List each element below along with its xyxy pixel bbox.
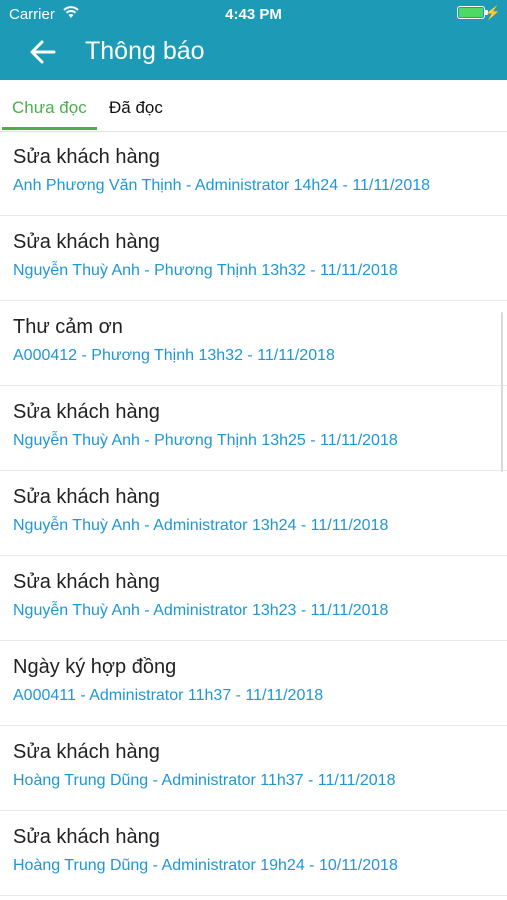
- notification-subtitle: A000412 - Phương Thịnh 13h32 - 11/11/201…: [13, 347, 335, 364]
- active-tab-indicator: [2, 127, 97, 130]
- notification-list: Sửa khách hàng Anh Phương Văn Thịnh - Ad…: [0, 131, 507, 896]
- notification-title: Ngày ký hợp đồng: [13, 656, 177, 678]
- notification-title: Sửa khách hàng: [13, 826, 160, 848]
- notification-title: Sửa khách hàng: [13, 401, 160, 423]
- notification-item[interactable]: Sửa khách hàng Nguyễn Thuỳ Anh - Phương …: [0, 216, 507, 301]
- notification-item[interactable]: Sửa khách hàng Nguyễn Thuỳ Anh - Adminis…: [0, 471, 507, 556]
- status-bar: Carrier 4:43 PM ⚡: [0, 0, 507, 28]
- scrollbar[interactable]: [501, 312, 503, 472]
- notification-item[interactable]: Thư cảm ơn A000412 - Phương Thịnh 13h32 …: [0, 301, 507, 386]
- notification-item[interactable]: Sửa khách hàng Anh Phương Văn Thịnh - Ad…: [0, 131, 507, 216]
- notification-title: Sửa khách hàng: [13, 146, 160, 168]
- notification-subtitle: Nguyễn Thuỳ Anh - Administrator 13h23 - …: [13, 602, 389, 619]
- charging-icon: ⚡: [484, 5, 501, 20]
- notification-subtitle: Hoàng Trung Dũng - Administrator 11h37 -…: [13, 772, 396, 789]
- notification-subtitle: Nguyễn Thuỳ Anh - Administrator 13h24 - …: [13, 517, 389, 534]
- notification-title: Thư cảm ơn: [13, 316, 123, 338]
- notification-item[interactable]: Sửa khách hàng Hoàng Trung Dũng - Admini…: [0, 811, 507, 896]
- app-header: Carrier 4:43 PM ⚡ Thông báo: [0, 0, 507, 80]
- tab-bar: Chưa đọc Đã đọc: [0, 80, 507, 132]
- notification-subtitle: A000411 - Administrator 11h37 - 11/11/20…: [13, 687, 324, 704]
- tab-unread[interactable]: Chưa đọc: [12, 98, 87, 118]
- notification-title: Sửa khách hàng: [13, 741, 160, 763]
- notification-subtitle: Hoàng Trung Dũng - Administrator 19h24 -…: [13, 857, 398, 874]
- battery-icon: [457, 6, 485, 19]
- notification-item[interactable]: Sửa khách hàng Nguyễn Thuỳ Anh - Adminis…: [0, 556, 507, 641]
- page-title: Thông báo: [85, 37, 205, 65]
- notification-subtitle: Anh Phương Văn Thịnh - Administrator 14h…: [13, 177, 431, 194]
- notification-title: Sửa khách hàng: [13, 571, 160, 593]
- notification-title: Sửa khách hàng: [13, 231, 160, 253]
- notification-title: Sửa khách hàng: [13, 486, 160, 508]
- status-time: 4:43 PM: [225, 6, 282, 23]
- back-arrow-icon[interactable]: [28, 37, 58, 67]
- notification-item[interactable]: Sửa khách hàng Hoàng Trung Dũng - Admini…: [0, 726, 507, 811]
- notification-subtitle: Nguyễn Thuỳ Anh - Phương Thịnh 13h25 - 1…: [13, 432, 398, 449]
- notification-subtitle: Nguyễn Thuỳ Anh - Phương Thịnh 13h32 - 1…: [13, 262, 398, 279]
- notification-item[interactable]: Sửa khách hàng Nguyễn Thuỳ Anh - Phương …: [0, 386, 507, 471]
- notification-item[interactable]: Ngày ký hợp đồng A000411 - Administrator…: [0, 641, 507, 726]
- tab-read[interactable]: Đã đọc: [109, 98, 163, 118]
